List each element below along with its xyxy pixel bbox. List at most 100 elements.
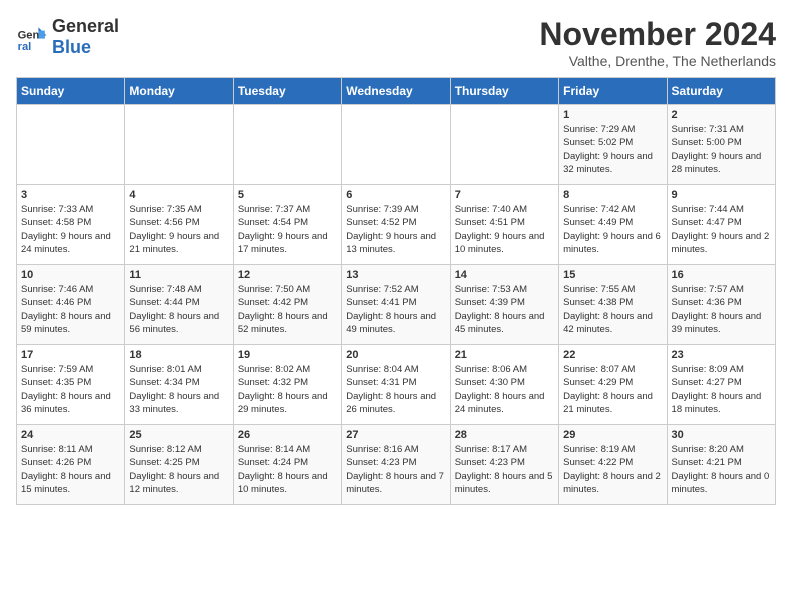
day-info: Sunrise: 7:46 AM Sunset: 4:46 PM Dayligh… [21,283,120,336]
calendar-cell: 17 Sunrise: 7:59 AM Sunset: 4:35 PM Dayli… [17,345,125,425]
day-info: Sunrise: 7:31 AM Sunset: 5:00 PM Dayligh… [672,123,771,176]
day-header-wednesday: Wednesday [342,78,450,105]
month-title: November 2024 [539,16,776,53]
day-number: 24 [21,429,120,441]
calendar-cell: 7 Sunrise: 7:40 AM Sunset: 4:51 PM Daylig… [450,185,558,265]
calendar-cell: 16 Sunrise: 7:57 AM Sunset: 4:36 PM Dayli… [667,265,775,345]
logo: Gene ral General Blue [16,16,119,58]
calendar-cell: 29Sunrise: 8:19 AM Sunset: 4:22 PM Dayli… [559,425,667,505]
calendar-cell: 26Sunrise: 8:14 AM Sunset: 4:24 PM Dayli… [233,425,341,505]
calendar-table: SundayMondayTuesdayWednesdayThursdayFrid… [16,77,776,505]
day-number: 1 [563,109,662,121]
day-info: Sunrise: 7:39 AM Sunset: 4:52 PM Dayligh… [346,203,445,256]
calendar-cell: 24 Sunrise: 8:11 AM Sunset: 4:26 PM Dayli… [17,425,125,505]
day-number: 22 [563,349,662,361]
day-info: Sunrise: 7:50 AM Sunset: 4:42 PM Dayligh… [238,283,337,336]
calendar-cell: 21 Sunrise: 8:06 AM Sunset: 4:30 PM Dayli… [450,345,558,425]
calendar-cell [450,105,558,185]
calendar-cell [125,105,233,185]
day-info: Sunrise: 7:55 AM Sunset: 4:38 PM Dayligh… [563,283,662,336]
day-number: 20 [346,349,445,361]
day-header-friday: Friday [559,78,667,105]
day-info: Sunrise: 7:29 AM Sunset: 5:02 PM Dayligh… [563,123,662,176]
calendar-cell [17,105,125,185]
title-area: November 2024 Valthe, Drenthe, The Nethe… [539,16,776,69]
calendar-header-row: SundayMondayTuesdayWednesdayThursdayFrid… [17,78,776,105]
calendar-cell: 20 Sunrise: 8:04 AM Sunset: 4:31 PM Dayli… [342,345,450,425]
day-info: Sunrise: 8:09 AM Sunset: 4:27 PM Dayligh… [672,363,771,416]
day-header-tuesday: Tuesday [233,78,341,105]
day-number: 2 [672,109,771,121]
day-number: 19 [238,349,337,361]
day-info: Sunrise: 7:53 AM Sunset: 4:39 PM Dayligh… [455,283,554,336]
day-info: Sunrise: 8:11 AM Sunset: 4:26 PM Dayligh… [21,443,120,496]
calendar-cell: 18Sunrise: 8:01 AM Sunset: 4:34 PM Dayli… [125,345,233,425]
day-number: 21 [455,349,554,361]
day-header-monday: Monday [125,78,233,105]
calendar-cell: 13 Sunrise: 7:52 AM Sunset: 4:41 PM Dayli… [342,265,450,345]
day-info: Sunrise: 7:42 AM Sunset: 4:49 PM Dayligh… [563,203,662,256]
calendar-cell: 19 Sunrise: 8:02 AM Sunset: 4:32 PM Dayli… [233,345,341,425]
day-info: Sunrise: 7:48 AM Sunset: 4:44 PM Dayligh… [129,283,228,336]
calendar-cell: 4 Sunrise: 7:35 AM Sunset: 4:56 PM Daylig… [125,185,233,265]
calendar-cell: 28Sunrise: 8:17 AM Sunset: 4:23 PM Dayli… [450,425,558,505]
day-number: 17 [21,349,120,361]
day-number: 15 [563,269,662,281]
logo-icon: Gene ral [16,21,48,53]
day-info: Sunrise: 8:12 AM Sunset: 4:25 PM Dayligh… [129,443,228,496]
day-number: 23 [672,349,771,361]
day-info: Sunrise: 7:40 AM Sunset: 4:51 PM Dayligh… [455,203,554,256]
calendar-cell: 12Sunrise: 7:50 AM Sunset: 4:42 PM Dayli… [233,265,341,345]
calendar-cell [342,105,450,185]
day-info: Sunrise: 7:37 AM Sunset: 4:54 PM Dayligh… [238,203,337,256]
calendar-cell: 5Sunrise: 7:37 AM Sunset: 4:54 PM Daylig… [233,185,341,265]
calendar-cell: 3Sunrise: 7:33 AM Sunset: 4:58 PM Daylig… [17,185,125,265]
calendar-cell: 2 Sunrise: 7:31 AM Sunset: 5:00 PM Daylig… [667,105,775,185]
calendar-week-2: 10 Sunrise: 7:46 AM Sunset: 4:46 PM Dayli… [17,265,776,345]
calendar-cell: 11Sunrise: 7:48 AM Sunset: 4:44 PM Dayli… [125,265,233,345]
calendar-cell: 1 Sunrise: 7:29 AM Sunset: 5:02 PM Daylig… [559,105,667,185]
calendar-cell: 8 Sunrise: 7:42 AM Sunset: 4:49 PM Daylig… [559,185,667,265]
calendar-cell: 27Sunrise: 8:16 AM Sunset: 4:23 PM Dayli… [342,425,450,505]
day-number: 27 [346,429,445,441]
day-info: Sunrise: 8:19 AM Sunset: 4:22 PM Dayligh… [563,443,662,496]
day-number: 4 [129,189,228,201]
day-number: 25 [129,429,228,441]
day-number: 18 [129,349,228,361]
day-info: Sunrise: 8:17 AM Sunset: 4:23 PM Dayligh… [455,443,554,496]
day-info: Sunrise: 7:59 AM Sunset: 4:35 PM Dayligh… [21,363,120,416]
day-number: 13 [346,269,445,281]
day-info: Sunrise: 8:02 AM Sunset: 4:32 PM Dayligh… [238,363,337,416]
calendar-cell: 23 Sunrise: 8:09 AM Sunset: 4:27 PM Dayli… [667,345,775,425]
calendar-cell: 14 Sunrise: 7:53 AM Sunset: 4:39 PM Dayli… [450,265,558,345]
day-info: Sunrise: 7:57 AM Sunset: 4:36 PM Dayligh… [672,283,771,336]
day-info: Sunrise: 7:35 AM Sunset: 4:56 PM Dayligh… [129,203,228,256]
day-number: 16 [672,269,771,281]
day-header-sunday: Sunday [17,78,125,105]
day-info: Sunrise: 7:52 AM Sunset: 4:41 PM Dayligh… [346,283,445,336]
calendar-cell: 25 Sunrise: 8:12 AM Sunset: 4:25 PM Dayli… [125,425,233,505]
day-info: Sunrise: 8:07 AM Sunset: 4:29 PM Dayligh… [563,363,662,416]
logo-blue: Blue [52,37,91,57]
day-info: Sunrise: 8:04 AM Sunset: 4:31 PM Dayligh… [346,363,445,416]
day-number: 10 [21,269,120,281]
day-info: Sunrise: 7:44 AM Sunset: 4:47 PM Dayligh… [672,203,771,256]
day-number: 30 [672,429,771,441]
day-header-thursday: Thursday [450,78,558,105]
day-number: 9 [672,189,771,201]
calendar-cell: 22 Sunrise: 8:07 AM Sunset: 4:29 PM Dayli… [559,345,667,425]
day-number: 8 [563,189,662,201]
calendar-week-1: 3Sunrise: 7:33 AM Sunset: 4:58 PM Daylig… [17,185,776,265]
calendar-cell: 30Sunrise: 8:20 AM Sunset: 4:21 PM Dayli… [667,425,775,505]
calendar-cell: 10 Sunrise: 7:46 AM Sunset: 4:46 PM Dayli… [17,265,125,345]
calendar-cell: 9 Sunrise: 7:44 AM Sunset: 4:47 PM Daylig… [667,185,775,265]
day-info: Sunrise: 8:06 AM Sunset: 4:30 PM Dayligh… [455,363,554,416]
calendar-week-0: 1 Sunrise: 7:29 AM Sunset: 5:02 PM Daylig… [17,105,776,185]
day-number: 7 [455,189,554,201]
day-number: 3 [21,189,120,201]
day-number: 6 [346,189,445,201]
day-info: Sunrise: 8:14 AM Sunset: 4:24 PM Dayligh… [238,443,337,496]
day-number: 14 [455,269,554,281]
location-subtitle: Valthe, Drenthe, The Netherlands [539,53,776,69]
svg-text:ral: ral [18,41,32,53]
